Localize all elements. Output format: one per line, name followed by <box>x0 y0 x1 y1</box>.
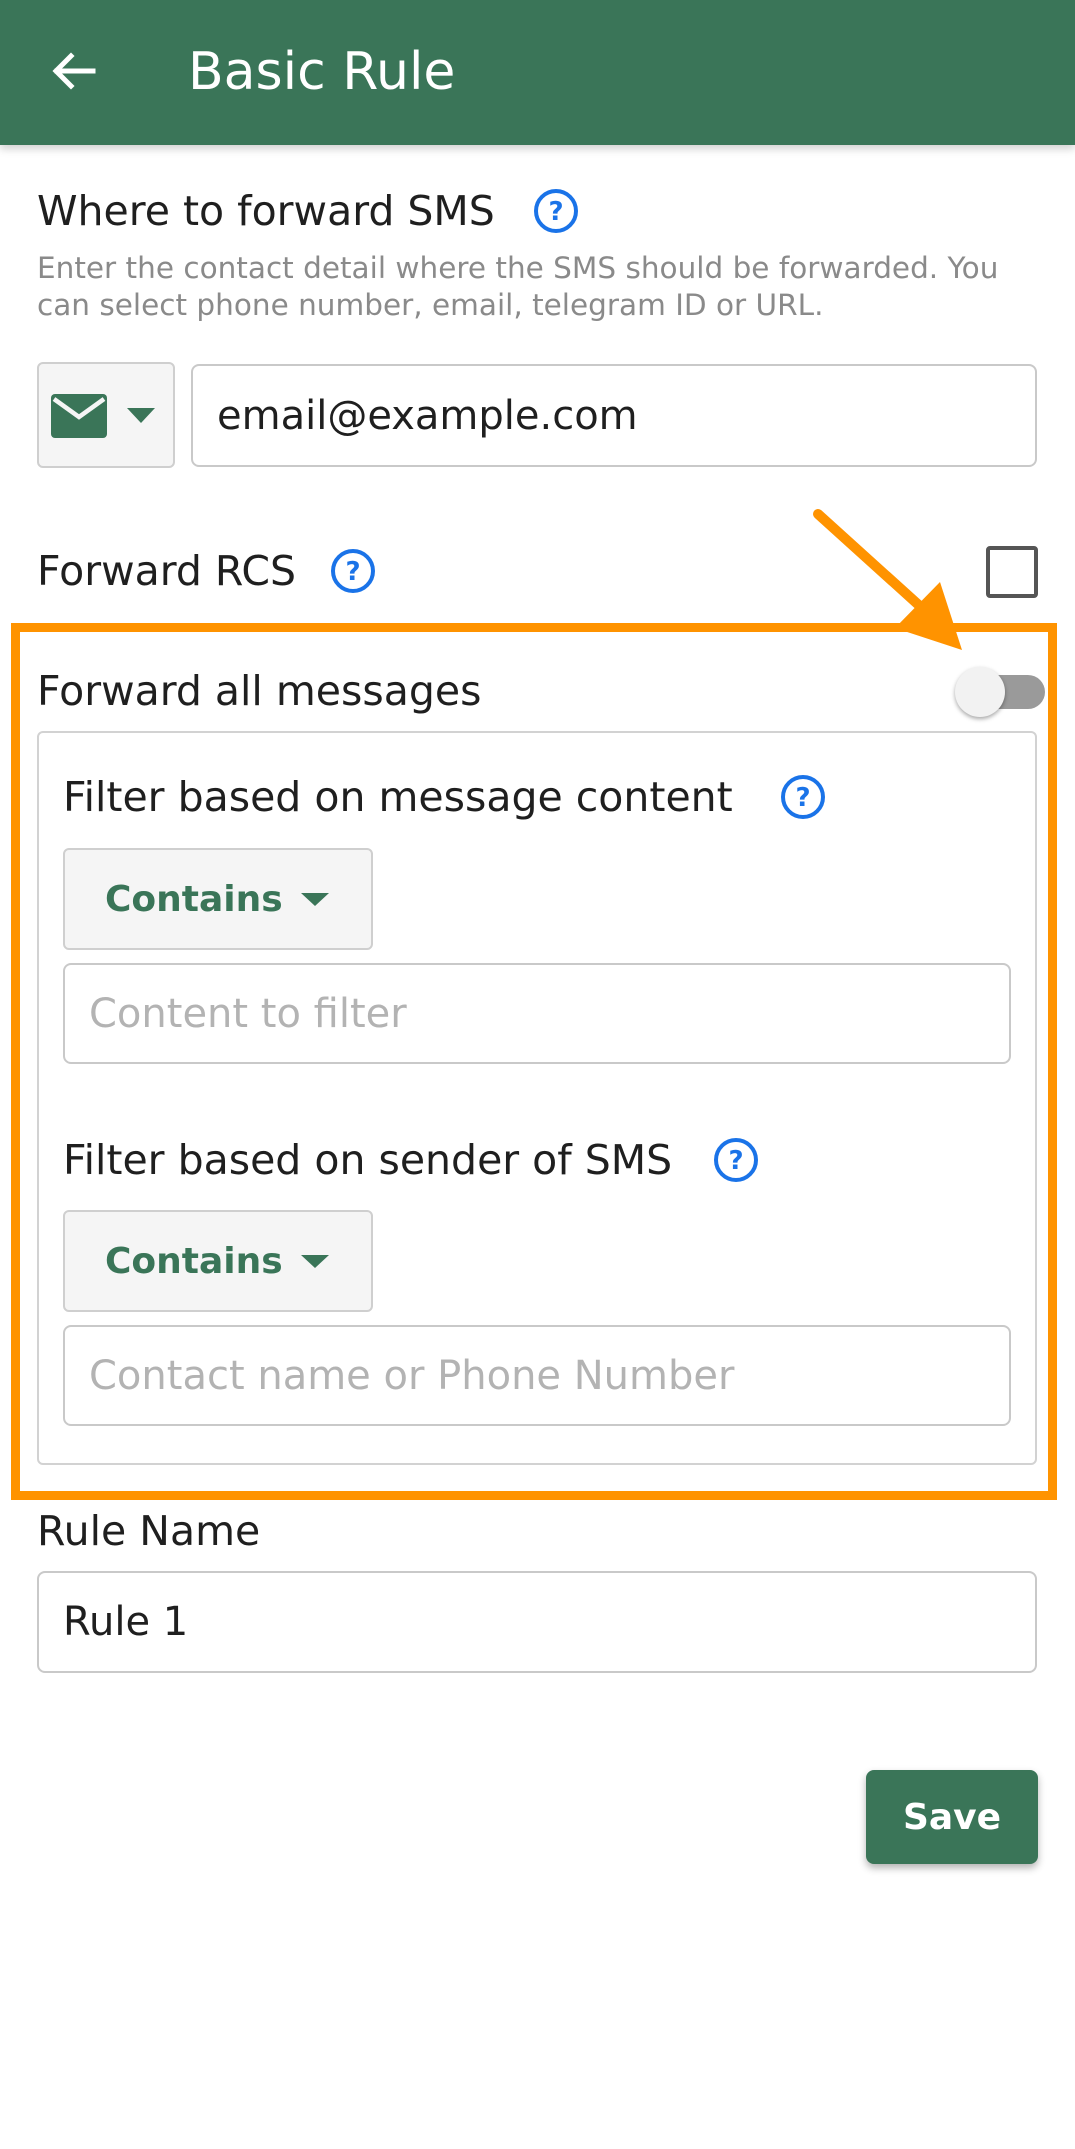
forward-all-toggle[interactable] <box>955 665 1047 717</box>
chevron-down-icon <box>127 408 155 423</box>
back-button[interactable] <box>38 36 108 106</box>
svg-text:?: ? <box>345 557 360 587</box>
rule-name-input[interactable] <box>37 1571 1037 1673</box>
forward-all-label: Forward all messages <box>37 667 482 715</box>
help-icon[interactable]: ? <box>713 1137 759 1183</box>
dropdown-label: Contains <box>105 878 283 920</box>
rule-name-label: Rule Name <box>37 1507 261 1555</box>
sender-filter-operator-dropdown[interactable]: Contains <box>63 1210 373 1312</box>
caret-down-icon <box>300 892 329 906</box>
help-icon[interactable]: ? <box>533 188 579 234</box>
destination-title: Where to forward SMS <box>37 187 495 235</box>
caret-down-icon <box>300 1254 329 1268</box>
destination-type-select[interactable] <box>37 362 175 468</box>
destination-input[interactable] <box>191 364 1037 467</box>
toggle-thumb <box>955 667 1005 717</box>
svg-text:?: ? <box>548 197 563 227</box>
forward-rcs-label: Forward RCS <box>37 547 297 595</box>
save-button[interactable]: Save <box>866 1770 1038 1864</box>
content-filter-operator-dropdown[interactable]: Contains <box>63 848 373 950</box>
annotation-arrow-icon <box>813 509 962 650</box>
sender-filter-input[interactable] <box>63 1325 1011 1426</box>
help-icon[interactable]: ? <box>330 548 376 594</box>
email-icon <box>51 394 107 438</box>
destination-description: Enter the contact detail where the SMS s… <box>37 251 999 322</box>
app-bar: Basic Rule <box>0 0 1075 145</box>
forward-rcs-checkbox[interactable] <box>986 546 1038 598</box>
dropdown-label: Contains <box>105 1240 283 1282</box>
svg-text:?: ? <box>795 783 810 813</box>
content-filter-input[interactable] <box>63 963 1011 1064</box>
svg-text:?: ? <box>728 1146 743 1176</box>
help-icon[interactable]: ? <box>780 774 826 820</box>
sender-filter-title: Filter based on sender of SMS <box>63 1136 673 1184</box>
page-title: Basic Rule <box>188 42 456 102</box>
content-filter-title: Filter based on message content <box>63 773 733 821</box>
arrow-back-icon <box>52 52 96 90</box>
